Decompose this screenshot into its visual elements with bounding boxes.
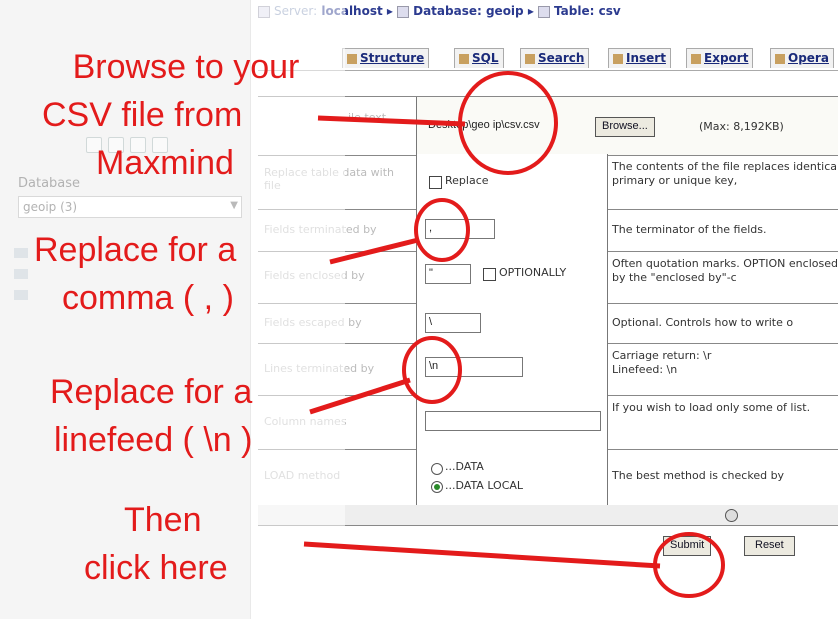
browse-arrow bbox=[317, 115, 466, 127]
annotation-browse-line2: CSV file from bbox=[42, 96, 243, 134]
annotation-comma-line2: comma ( , ) bbox=[62, 279, 234, 317]
annotation-submit-line1: Then bbox=[124, 501, 202, 539]
annotation-browse: Browse to your bbox=[36, 47, 336, 87]
linefeed-arrow bbox=[309, 377, 411, 415]
submit-circle bbox=[653, 532, 725, 598]
annotation-browse-line3: Maxmind bbox=[96, 144, 234, 182]
annotation-comma-line1: Replace for a bbox=[34, 231, 237, 269]
annotation-linefeed-line2: linefeed ( \n ) bbox=[54, 421, 253, 459]
linefeed-circle bbox=[402, 336, 462, 404]
annotation-submit-line2: click here bbox=[84, 549, 228, 587]
comma-circle bbox=[414, 198, 470, 262]
annotation-browse-line1: Browse to your bbox=[72, 48, 300, 86]
annotation-linefeed-line1: Replace for a bbox=[50, 373, 253, 411]
submit-arrow bbox=[303, 541, 661, 569]
comma-arrow bbox=[329, 237, 419, 265]
browse-circle bbox=[458, 71, 558, 175]
